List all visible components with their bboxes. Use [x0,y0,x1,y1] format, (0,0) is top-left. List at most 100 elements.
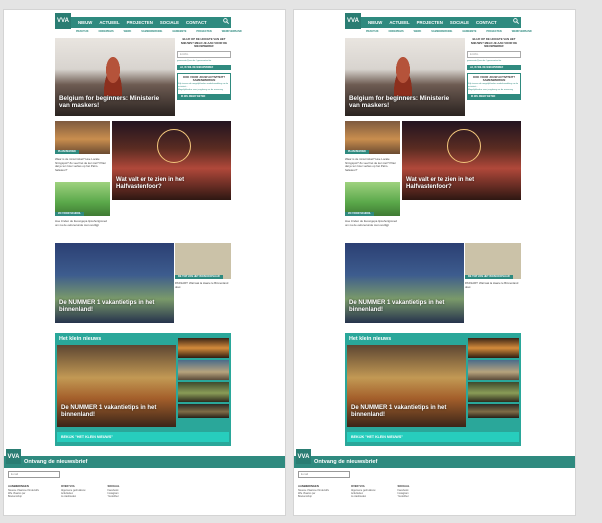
article-thumb[interactable] [468,404,519,418]
vacation-caption: De NUMMER 1 vakantietips in het binnenla… [349,300,445,314]
article-snippet: Waar is de minst ticket? Hoe Locale hiri… [345,157,396,172]
newsletter-sidebar: BLIJF OP DE HOOGTE VAN HET NIEUWS? MELD … [467,37,521,100]
subnav-item[interactable]: PRAKTIJK [366,30,379,34]
article-thumb[interactable]: PLAN BEZOEK [55,121,110,154]
subnav-item[interactable]: GEMEENTE [462,30,476,34]
logo[interactable]: VVA [345,13,361,29]
article-tag: DE TOP VAN HET BIOSCOOPJAAR [175,275,223,279]
klein-nieuws-article[interactable]: De NUMMER 1 vakantietips in het binnenla… [57,345,176,427]
nav-item-nieuw[interactable]: NIEUW [78,18,92,27]
article-thumb[interactable]: PLAN BEZOEK [345,121,400,154]
footer-link[interactable]: Boekenshop [298,495,329,498]
article-thumb[interactable]: ZO VOOR SCHOOL [345,182,400,216]
subscribe-button[interactable]: JA, IK WIL DE NIEUWSBRIEF [177,64,231,70]
article-snippet: PASSART: Wat laat la Haare le Binnenland… [465,281,519,289]
article-thumb[interactable] [178,382,229,402]
info-button[interactable]: IK WIL MEER WETEN [178,93,230,99]
info-box-title: OOK VOOR JOUW ACTIVITEIT? SAMENWERKEN [472,74,516,83]
subnav-item[interactable]: PROJECTEN [486,30,501,34]
info-button[interactable]: IK WIL MEER WETEN [468,93,520,99]
footer-logo[interactable]: VVA [296,449,311,464]
article-thumb[interactable] [468,382,519,402]
search-icon[interactable] [223,18,229,24]
klein-nieuws-thumbs [468,338,519,420]
subnav-item[interactable]: WERK [414,30,422,34]
footer-email-input[interactable]: E-mail [8,471,60,478]
main-nav: NIEUW ACTUEEL PROJECTEN SOCIALE CONTACT [345,17,521,28]
klein-nieuws-caption: De NUMMER 1 vakantietips in het binnenla… [61,405,157,419]
subnav-item[interactable]: PRAKTIJK [76,30,89,34]
fair-caption: Wat valt er te zien in het Halfvastenfoo… [116,177,185,191]
section-title: Het klein nieuws [59,336,102,342]
subnav-item[interactable]: ONDERWIJS [389,30,404,34]
article-thumb[interactable] [178,338,229,358]
fair-article[interactable]: Wat valt er te zien in het Halfvastenfoo… [112,121,231,200]
subscribe-button[interactable]: JA, IK WIL DE NIEUWSBRIEF [467,64,521,70]
footer-link[interactable]: Je Aanbieden [61,495,85,498]
search-icon[interactable] [513,18,519,24]
vacation-article[interactable]: De NUMMER 1 vakantietips in het binnenla… [345,243,464,323]
article-snippet: Hoe zinden de lisoongepa lipcehorigioned… [55,219,107,227]
info-box-text: Mogelijkheden voor jeugdzorg en de aanvr… [178,88,223,91]
footer-column: SOCIAAL Facebook Instagram Youtubber [397,485,409,499]
footer-link[interactable]: Youtubber [397,495,409,498]
vacation-article[interactable]: De NUMMER 1 vakantietips in het binnenla… [55,243,174,323]
vacation-caption: De NUMMER 1 vakantietips in het binnenla… [59,300,155,314]
article-thumb[interactable] [468,360,519,380]
subnav-item[interactable]: ONDERWIJS [99,30,114,34]
footer-link[interactable]: Boekenshop [8,495,39,498]
nav-item-nieuw[interactable]: NIEUW [368,18,382,27]
article-tag: ZO VOOR SCHOOL [345,212,374,216]
article-tag: ZO VOOR SCHOOL [55,212,84,216]
nav-item-projecten[interactable]: PROJECTEN [417,18,443,27]
subnav-item[interactable]: SAMENWERKING [141,30,162,34]
subnav-item[interactable]: GEMEENTE [172,30,186,34]
klein-nieuws-button-label: BEKIJK "HET KLEIN NIEUWS" [61,435,113,439]
footer-columns: AANBIEDINGEN Nieuwe Vlaamse Kinderstilv … [298,485,410,499]
klein-nieuws-button[interactable]: BEKIJK "HET KLEIN NIEUWS" [57,432,229,442]
subnav-item[interactable]: WERKVERBAND [222,30,242,34]
article-snippet: Hoe zinden de lisoongepa lipcehorigioned… [345,219,397,227]
nav-item-actueel[interactable]: ACTUEEL [99,18,119,27]
footer-title: Ontvang de nieuwsbrief [314,459,378,465]
footer-logo[interactable]: VVA [6,449,21,464]
footer-column: SOCIAAL Facebook Instagram Youtubber [107,485,119,499]
article-thumb[interactable] [468,338,519,358]
fair-article[interactable]: Wat valt er te zien in het Halfvastenfoo… [402,121,521,200]
subnav-item[interactable]: WERK [124,30,132,34]
article-thumb[interactable] [178,360,229,380]
article-thumb[interactable]: DE TOP VAN HET BIOSCOOPJAAR [175,243,231,279]
info-box-text: Mogelijkheden voor jeugdzorg en de aanvr… [468,88,513,91]
page-preview-right: VVA NIEUW ACTUEEL PROJECTEN SOCIALE CONT… [293,9,576,516]
article-thumb[interactable]: ZO VOOR SCHOOL [55,182,110,216]
klein-nieuws-section: Het klein nieuws De NUMMER 1 vakantietip… [345,333,521,446]
email-field[interactable]: E-MAIL [467,50,521,58]
hero-article[interactable]: Belgium for beginners: Ministerie van ma… [55,38,175,116]
hero-caption: Belgium for beginners: Ministerie van ma… [349,94,450,109]
logo[interactable]: VVA [55,13,71,29]
article-thumb[interactable] [178,404,229,418]
nav-item-projecten[interactable]: PROJECTEN [127,18,153,27]
footer-column: OVER VVA Algemene gebruiksvw Activiteite… [61,485,85,499]
fair-caption: Wat valt er te zien in het Halfvastenfoo… [406,177,475,191]
subnav-item[interactable]: WERKVERBAND [512,30,532,34]
hero-article[interactable]: Belgium for beginners: Ministerie van ma… [345,38,465,116]
nav-item-actueel[interactable]: ACTUEEL [389,18,409,27]
footer-link[interactable]: Youtubber [107,495,119,498]
ferris-wheel-shape [157,129,191,163]
klein-nieuws-article[interactable]: De NUMMER 1 vakantietips in het binnenla… [347,345,466,427]
subnav-item[interactable]: SAMENWERKING [431,30,452,34]
footer-email-input[interactable]: E-mail [298,471,350,478]
nav-item-contact[interactable]: CONTACT [186,18,207,27]
article-tag: PLAN BEZOEK [55,150,79,154]
footer-link[interactable]: Je Aanbieden [351,495,375,498]
nav-item-sociale[interactable]: SOCIALE [450,18,469,27]
nav-item-contact[interactable]: CONTACT [476,18,497,27]
subnav-item[interactable]: PROJECTEN [196,30,211,34]
nav-item-sociale[interactable]: SOCIALE [160,18,179,27]
email-note: gemeente@vva.be / gemeenten.be [177,59,212,62]
article-thumb[interactable]: DE TOP VAN HET BIOSCOOPJAAR [465,243,521,279]
info-box: OOK VOOR JOUW ACTIVITEIT? SAMENWERKEN Ki… [467,72,521,100]
klein-nieuws-button[interactable]: BEKIJK "HET KLEIN NIEUWS" [347,432,519,442]
email-field[interactable]: E-MAIL [177,50,231,58]
